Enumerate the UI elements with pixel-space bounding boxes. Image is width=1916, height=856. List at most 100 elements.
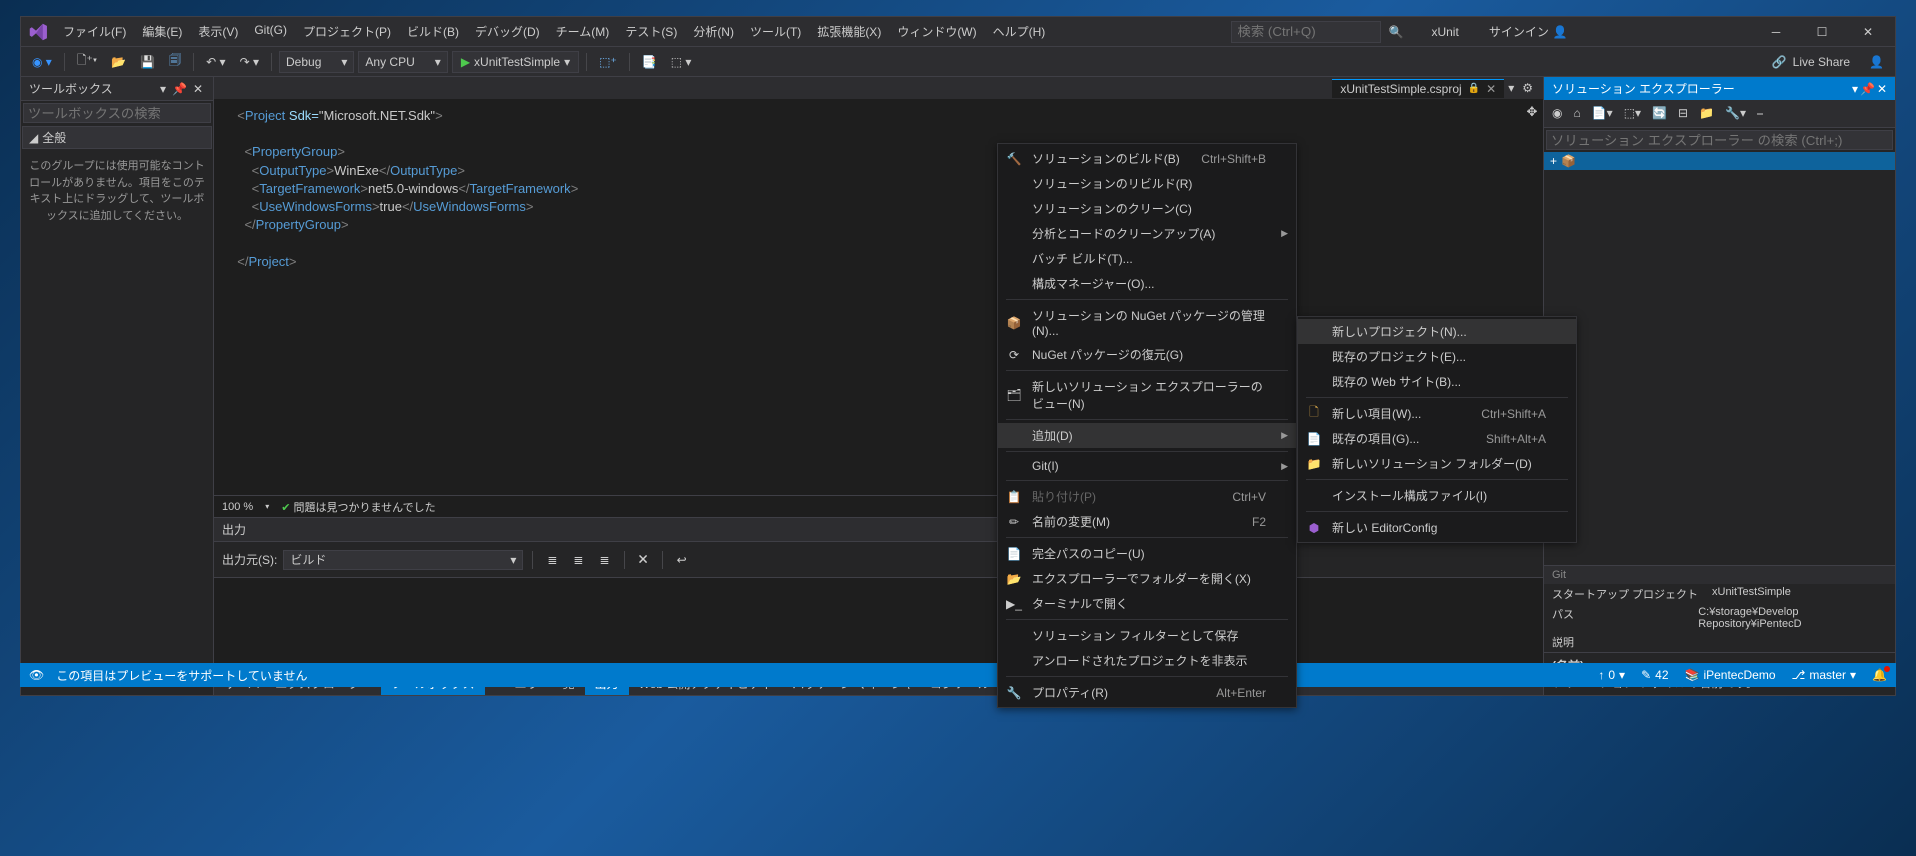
- search-input[interactable]: [1231, 21, 1381, 43]
- sub-install-config[interactable]: インストール構成ファイル(I): [1298, 483, 1576, 508]
- sub-existing-website[interactable]: 既存の Web サイト(B)...: [1298, 369, 1576, 394]
- close-button[interactable]: ✕: [1847, 18, 1889, 46]
- sub-existing-project[interactable]: 既存のプロジェクト(E)...: [1298, 344, 1576, 369]
- tabs-gear-icon[interactable]: ⚙: [1518, 81, 1537, 95]
- output-btn2[interactable]: ≣: [568, 550, 588, 570]
- sol-home-icon[interactable]: ⌂: [1569, 104, 1584, 123]
- sol-collapse-icon[interactable]: ⊟: [1674, 104, 1692, 123]
- menu-test[interactable]: テスト(S): [617, 19, 685, 44]
- ctx-batch-build[interactable]: バッチ ビルド(T)...: [998, 246, 1296, 271]
- git-changes-count[interactable]: ✎42: [1641, 668, 1668, 682]
- toolbar-icon-1[interactable]: ⬚⁺: [594, 52, 622, 72]
- output-btn3[interactable]: ≣: [594, 550, 614, 570]
- search-icon[interactable]: 🔍: [1381, 25, 1412, 39]
- sol-preview-icon[interactable]: ⎯: [1753, 104, 1767, 123]
- menu-edit[interactable]: 編集(E): [134, 19, 190, 44]
- ctx-rebuild[interactable]: ソリューションのリビルド(R): [998, 171, 1296, 196]
- output-btn1[interactable]: ≣: [542, 550, 562, 570]
- sub-new-folder[interactable]: 📁新しいソリューション フォルダー(D): [1298, 451, 1576, 476]
- ctx-config-mgr[interactable]: 構成マネージャー(O)...: [998, 271, 1296, 296]
- menu-git[interactable]: Git(G): [246, 19, 295, 44]
- output-source-combo[interactable]: ビルド▾: [283, 550, 523, 570]
- redo-button[interactable]: ↷ ▾: [235, 52, 264, 72]
- tab-close-icon[interactable]: ✕: [1486, 82, 1496, 96]
- toolbar-icon-3[interactable]: ⬚ ▾: [666, 52, 697, 72]
- zoom-level[interactable]: 100 %: [222, 501, 253, 513]
- menu-debug[interactable]: デバッグ(D): [467, 19, 548, 44]
- menu-analyze[interactable]: 分析(N): [685, 19, 742, 44]
- panel-dropdown-icon[interactable]: ▾: [158, 82, 168, 96]
- menu-tools[interactable]: ツール(T): [742, 19, 809, 44]
- maximize-button[interactable]: ☐: [1801, 18, 1843, 46]
- sub-new-project[interactable]: 新しいプロジェクト(N)...: [1298, 319, 1576, 344]
- ctx-open-terminal[interactable]: ▶_ターミナルで開く: [998, 591, 1296, 616]
- solution-node-selected[interactable]: + 📦: [1544, 152, 1895, 170]
- sol-back-icon[interactable]: ◉: [1548, 104, 1566, 123]
- ctx-analysis[interactable]: 分析とコードのクリーンアップ(A)▶: [998, 221, 1296, 246]
- ctx-save-filter[interactable]: ソリューション フィルターとして保存: [998, 623, 1296, 648]
- ctx-nuget-manage[interactable]: 📦ソリューションの NuGet パッケージの管理(N)...: [998, 303, 1296, 342]
- undo-button[interactable]: ↶ ▾: [201, 52, 230, 72]
- pin-icon[interactable]: 📌: [1860, 82, 1875, 96]
- menu-file[interactable]: ファイル(F): [55, 19, 134, 44]
- tabs-dropdown-icon[interactable]: ▾: [1504, 81, 1518, 95]
- move-handle-icon[interactable]: ✥: [1525, 103, 1539, 121]
- sign-in[interactable]: サインイン 👤: [1479, 23, 1578, 40]
- minimize-button[interactable]: ─: [1755, 18, 1797, 46]
- panel-close-icon[interactable]: ✕: [191, 82, 205, 96]
- notifications-icon[interactable]: 🔔: [1872, 668, 1887, 682]
- save-all-button[interactable]: 🗐: [164, 48, 186, 75]
- ctx-clean[interactable]: ソリューションのクリーン(C): [998, 196, 1296, 221]
- ctx-build-solution[interactable]: 🔨ソリューションのビルド(B)Ctrl+Shift+B: [998, 146, 1296, 171]
- save-button[interactable]: 💾: [135, 52, 160, 72]
- panel-dropdown-icon[interactable]: ▾: [1852, 82, 1858, 96]
- sol-save-icon[interactable]: ⬚▾: [1620, 104, 1645, 123]
- ctx-rename[interactable]: ✏名前の変更(M)F2: [998, 509, 1296, 534]
- ctx-nuget-restore[interactable]: ⟳NuGet パッケージの復元(G): [998, 342, 1296, 367]
- ctx-copy-path[interactable]: 📄完全パスのコピー(U): [998, 541, 1296, 566]
- solution-search-input[interactable]: [1546, 130, 1893, 150]
- ctx-properties[interactable]: 🔧プロパティ(R)Alt+Enter: [998, 680, 1296, 705]
- git-branch[interactable]: ⎇master ▾: [1792, 668, 1857, 682]
- output-wrap-button[interactable]: ↩: [672, 550, 692, 570]
- menu-team[interactable]: チーム(M): [548, 19, 618, 44]
- menu-help[interactable]: ヘルプ(H): [985, 19, 1054, 44]
- liveshare-button[interactable]: 🔗Live Share: [1762, 55, 1860, 69]
- nav-back-button[interactable]: ◉ ▾: [27, 52, 57, 72]
- menu-build[interactable]: ビルド(B): [399, 19, 467, 44]
- ctx-hide-unloaded[interactable]: アンロードされたプロジェクトを非表示: [998, 648, 1296, 673]
- sol-properties-icon[interactable]: 🔧▾: [1721, 104, 1750, 123]
- ctx-new-explorer[interactable]: 🗂新しいソリューション エクスプローラーのビュー(N): [998, 374, 1296, 416]
- git-push-count[interactable]: ↑0 ▾: [1598, 668, 1625, 682]
- issues-indicator[interactable]: ✔ 問題は見つかりませんでした: [281, 499, 435, 515]
- sol-switch-icon[interactable]: 📄▾: [1588, 104, 1617, 123]
- sol-showall-icon[interactable]: 📁: [1695, 104, 1718, 123]
- panel-close-icon[interactable]: ✕: [1877, 82, 1887, 96]
- menu-extensions[interactable]: 拡張機能(X): [809, 19, 889, 44]
- sub-new-editorconfig[interactable]: ⬢新しい EditorConfig: [1298, 515, 1576, 540]
- git-repo[interactable]: 📚iPentecDemo: [1685, 668, 1776, 682]
- menu-project[interactable]: プロジェクト(P): [295, 19, 399, 44]
- new-item-button[interactable]: 🗋⁺▾: [72, 48, 102, 75]
- ctx-add[interactable]: 追加(D)▶: [998, 423, 1296, 448]
- output-body[interactable]: [214, 578, 1543, 671]
- ctx-open-folder[interactable]: 📂エクスプローラーでフォルダーを開く(X): [998, 566, 1296, 591]
- config-combo[interactable]: Debug▾: [279, 51, 354, 73]
- toolbox-group-general[interactable]: ◢ 全般: [22, 126, 212, 149]
- start-button[interactable]: ▶xUnitTestSimple▾: [452, 51, 579, 73]
- terminal-icon: ▶_: [1006, 596, 1022, 612]
- toolbar-icon-2[interactable]: 📑: [637, 52, 662, 72]
- sub-new-item[interactable]: 🗋新しい項目(W)...Ctrl+Shift+A: [1298, 401, 1576, 426]
- editor-tab[interactable]: xUnitTestSimple.csproj 🔒 ✕: [1332, 79, 1504, 98]
- account-icon[interactable]: 👤: [1864, 52, 1889, 72]
- menu-view[interactable]: 表示(V): [190, 19, 246, 44]
- platform-combo[interactable]: Any CPU▾: [358, 51, 447, 73]
- toolbox-search-input[interactable]: [23, 103, 211, 123]
- menu-window[interactable]: ウィンドウ(W): [889, 19, 984, 44]
- sub-existing-item[interactable]: 📄既存の項目(G)...Shift+Alt+A: [1298, 426, 1576, 451]
- open-button[interactable]: 📂: [106, 52, 131, 72]
- pin-icon[interactable]: 📌: [170, 82, 189, 96]
- ctx-git[interactable]: Git(I)▶: [998, 455, 1296, 477]
- sol-refresh-icon[interactable]: 🔄: [1648, 104, 1671, 123]
- output-clear-button[interactable]: 🗙: [634, 546, 653, 573]
